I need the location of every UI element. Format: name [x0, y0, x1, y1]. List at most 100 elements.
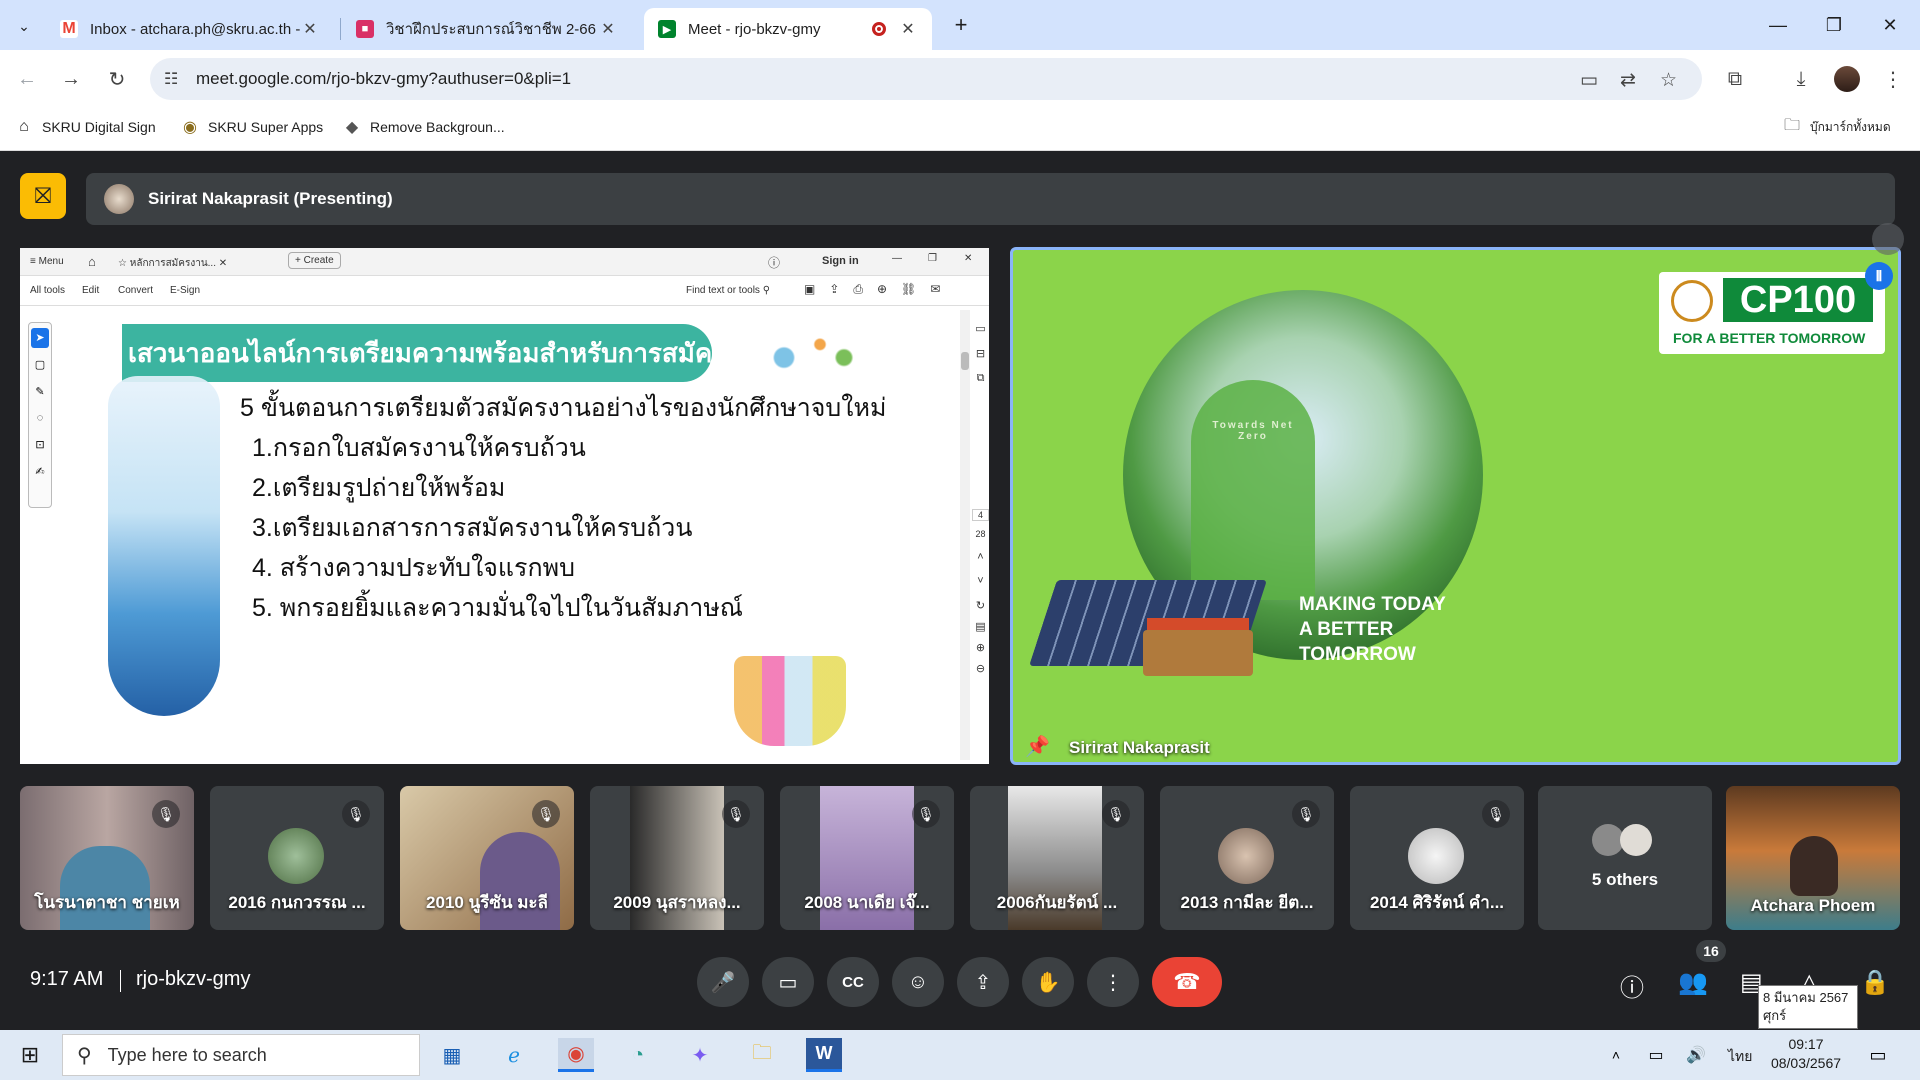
meet-now-icon[interactable]: ▭ — [1638, 1038, 1674, 1072]
translate-icon[interactable]: ⇄ — [1620, 69, 1636, 92]
lasso-tool-icon[interactable]: ◌ — [29, 412, 51, 424]
select-tool-icon[interactable]: ➤ — [31, 328, 49, 348]
menu-convert[interactable]: Convert — [118, 285, 153, 296]
pin-icon[interactable]: 📌 — [1025, 734, 1050, 759]
restore-button[interactable]: ❐ — [1806, 0, 1862, 50]
microphone-button[interactable]: 🎤 — [697, 957, 749, 1007]
others-tile[interactable]: 5 others — [1538, 786, 1712, 930]
extensions-icon[interactable]: ⧉ — [1720, 64, 1750, 94]
page-down-icon[interactable]: ˅ — [972, 575, 989, 587]
create-button[interactable]: + Create — [288, 252, 341, 269]
presentation-icon[interactable]: ⛝ — [20, 173, 66, 219]
omnibox[interactable]: ☷ meet.google.com/rjo-bkzv-gmy?authuser=… — [150, 58, 1702, 100]
menu-edit[interactable]: Edit — [82, 285, 99, 296]
pen-tool-icon[interactable]: ✎ — [29, 385, 51, 398]
edge-icon[interactable]: ◔ — [620, 1038, 656, 1072]
acrobat-toolbar-icons[interactable]: ▣⇪⎙⊕⛓✉ — [804, 282, 954, 297]
self-tile[interactable]: Atchara Phoem — [1726, 786, 1900, 930]
participant-tile[interactable]: 🎙 2013 กามีละ ยีต... — [1160, 786, 1334, 930]
store-icon[interactable]: ▦ — [434, 1038, 470, 1072]
zoom-out-icon[interactable]: ⊖ — [972, 662, 989, 675]
tab-classroom[interactable]: ■ วิชาฝึกประสบการณ์วิชาชีพ 2-66 n ✕ — [342, 8, 632, 50]
acrobat-close[interactable]: ✕ — [964, 253, 972, 264]
copilot-icon[interactable]: ✦ — [682, 1038, 718, 1072]
bookmark-remove-background[interactable]: ◆ Remove Backgroun... — [342, 117, 505, 137]
bookmark-skru-super-apps[interactable]: ◉ SKRU Super Apps — [180, 117, 323, 137]
volume-icon[interactable]: 🔊 — [1678, 1038, 1714, 1072]
captions-button[interactable]: CC — [827, 957, 879, 1007]
menu-esign[interactable]: E-Sign — [170, 285, 200, 296]
acrobat-restore[interactable]: ❐ — [928, 253, 937, 264]
pages-icon[interactable]: ⧉ — [972, 372, 989, 385]
rotate-icon[interactable]: ↻ — [972, 599, 989, 612]
help-icon[interactable]: ⓘ — [768, 254, 780, 271]
acrobat-menu[interactable]: ≡ Menu — [30, 256, 64, 267]
host-controls-icon[interactable]: 🔒 — [1860, 968, 1890, 997]
windows-start-icon[interactable]: ⊞ — [12, 1038, 48, 1072]
minimize-button[interactable]: — — [1750, 0, 1806, 50]
chrome-icon[interactable]: ◉ — [558, 1038, 594, 1072]
raise-hand-button[interactable]: ✋ — [1022, 957, 1074, 1007]
participant-tile[interactable]: 🎙 2016 กนกวรรณ ... — [210, 786, 384, 930]
input-language[interactable]: ไทย — [1728, 1046, 1752, 1068]
tab-meet[interactable]: ▶ Meet - rjo-bkzv-gmy ✕ — [644, 8, 932, 50]
comment-tool-icon[interactable]: ▢ — [29, 358, 51, 371]
back-button[interactable]: ← — [12, 64, 42, 94]
taskbar-search[interactable]: ⚲ Type here to search — [62, 1034, 420, 1076]
camera-icon[interactable]: ▭ — [1580, 69, 1598, 92]
leave-call-button[interactable]: ☎ — [1152, 957, 1222, 1007]
word-icon[interactable]: W — [806, 1038, 842, 1072]
reload-button[interactable]: ↻ — [102, 64, 132, 94]
page-tool-icon[interactable]: ▤ — [972, 620, 989, 633]
all-bookmarks[interactable]: 🗀 บุ๊กมาร์กทั้งหมด — [1782, 117, 1891, 137]
notifications-icon[interactable]: ▭ — [1860, 1038, 1896, 1072]
participant-tile[interactable]: 🎙 2009 นุสราหลง... — [590, 786, 764, 930]
close-tab-icon[interactable]: ✕ — [898, 19, 918, 39]
participant-tile[interactable]: 🎙 โนรนาตาชา ชายเห — [20, 786, 194, 930]
page-up-icon[interactable]: ˄ — [972, 551, 989, 563]
people-icon[interactable]: 👥 — [1678, 968, 1708, 997]
home-icon[interactable]: ⌂ — [88, 254, 96, 269]
close-window-button[interactable]: ✕ — [1862, 0, 1918, 50]
acrobat-doc-tab[interactable]: ☆ หลักการสมัครงาน... ✕ — [118, 256, 278, 271]
page-number[interactable]: 4 — [972, 509, 989, 521]
find-text-field[interactable]: Find text or tools ⚲ — [686, 285, 770, 296]
sign-in-button[interactable]: Sign in — [822, 255, 859, 267]
close-tab-icon[interactable]: ✕ — [300, 19, 320, 39]
tab-search-button[interactable]: ⌄ — [12, 14, 36, 38]
forward-button[interactable]: → — [56, 64, 86, 94]
bookmarks-icon[interactable]: ⊟ — [972, 347, 989, 360]
bookmark-star-icon[interactable]: ☆ — [1660, 69, 1677, 92]
participant-tile[interactable]: 🎙 2008 นาเดีย เจ๊... — [780, 786, 954, 930]
participant-tile[interactable]: 🎙 2006กันยรัตน์ ... — [970, 786, 1144, 930]
file-explorer-icon[interactable]: 🗀 — [744, 1038, 780, 1072]
close-tab-icon[interactable]: ✕ — [598, 19, 618, 39]
participant-tile[interactable]: 🎙 2014 ศิริรัตน์ คำ... — [1350, 786, 1524, 930]
pinned-video-tile[interactable]: Towards Net Zero CP100 FOR A BETTER TOMO… — [1010, 247, 1901, 765]
meeting-details-icon[interactable]: ⓘ — [1620, 968, 1644, 1003]
chrome-menu-icon[interactable]: ⋮ — [1878, 64, 1908, 94]
internet-explorer-icon[interactable]: ℯ — [496, 1038, 532, 1072]
menu-all-tools[interactable]: All tools — [30, 285, 65, 296]
tab-gmail[interactable]: M Inbox - atchara.ph@skru.ac.th - ✕ — [46, 8, 334, 50]
profile-avatar[interactable] — [1834, 66, 1860, 92]
zoom-in-icon[interactable]: ⊕ — [972, 641, 989, 654]
download-icon[interactable]: ⤓ — [1786, 64, 1816, 94]
url-text[interactable]: meet.google.com/rjo-bkzv-gmy?authuser=0&… — [196, 69, 571, 89]
taskbar-clock[interactable]: 09:17 08/03/2567 — [1764, 1035, 1848, 1073]
tile-options-icon[interactable] — [1872, 223, 1904, 255]
camera-button[interactable]: ▭ — [762, 957, 814, 1007]
pdf-scrollbar[interactable] — [960, 310, 970, 760]
show-hidden-icons[interactable]: ˄ — [1598, 1038, 1634, 1072]
comments-icon[interactable]: ▭ — [972, 322, 989, 335]
acrobat-minimize[interactable]: — — [892, 253, 902, 264]
new-tab-button[interactable]: + — [948, 12, 974, 38]
sign-tool-icon[interactable]: ✍ — [29, 465, 51, 478]
site-settings-icon[interactable]: ☷ — [164, 69, 178, 89]
present-button[interactable]: ⇪ — [957, 957, 1009, 1007]
bookmark-skru-digital-sign[interactable]: ⌂ SKRU Digital Sign — [14, 117, 155, 137]
participant-tile[interactable]: 🎙 2010 นูรีซัน มะลี — [400, 786, 574, 930]
text-tool-icon[interactable]: ⊡ — [29, 438, 51, 451]
reactions-button[interactable]: ☺ — [892, 957, 944, 1007]
more-options-button[interactable]: ⋮ — [1087, 957, 1139, 1007]
